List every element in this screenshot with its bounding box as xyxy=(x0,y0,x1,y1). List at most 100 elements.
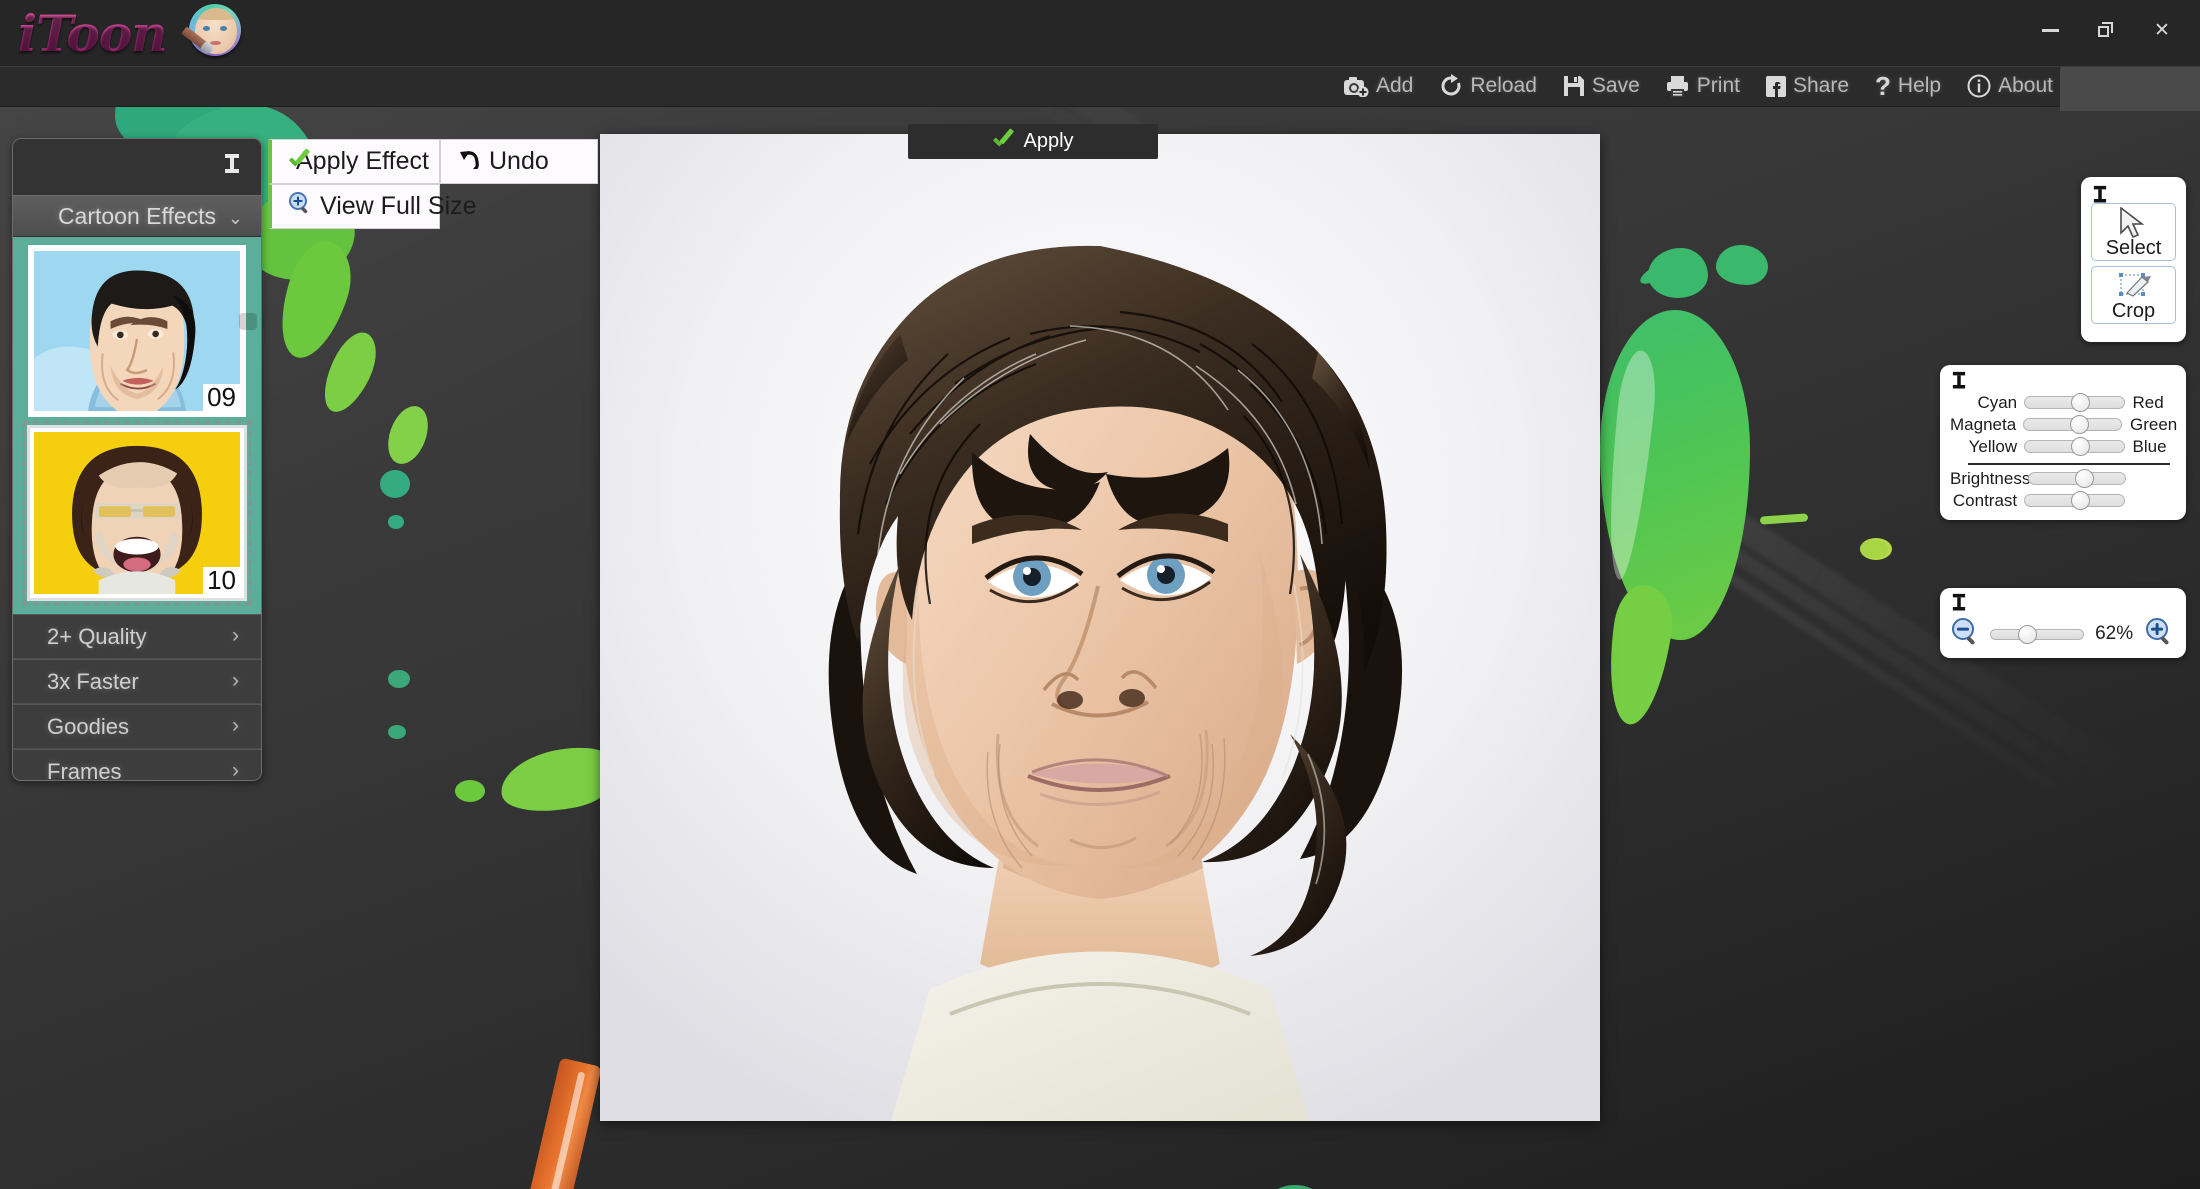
select-tool-button[interactable]: Select xyxy=(2091,203,2176,261)
slider-knob[interactable] xyxy=(2071,393,2091,412)
paint-drop xyxy=(388,725,406,739)
slider-row-yellow-blue: Yellow Blue xyxy=(1950,436,2176,457)
slider-knob[interactable] xyxy=(2071,437,2091,456)
toolbar-item-save[interactable]: Save xyxy=(1550,71,1653,101)
cartoon-effects-panel: Cartoon Effects ⌄ 09 10 2+ Quality › 3x … xyxy=(12,138,262,781)
view-full-size-label: View Full Size xyxy=(320,192,477,220)
zoom-slider[interactable] xyxy=(1990,624,2085,644)
menu-item-label: 3x Faster xyxy=(47,668,139,694)
undo-label: Undo xyxy=(489,147,549,175)
zoom-slider-knob[interactable] xyxy=(2018,624,2037,644)
menu-item-label: 2+ Quality xyxy=(47,623,147,649)
toolbar-item-share[interactable]: Share xyxy=(1753,71,1862,101)
toolbar-tab-corner xyxy=(2060,63,2200,111)
pin-icon[interactable] xyxy=(1951,371,1969,395)
slider-row-contrast: Contrast xyxy=(1950,490,2176,511)
slider-label-red: Red xyxy=(2132,392,2164,412)
info-circle-icon xyxy=(1967,74,1991,98)
close-button[interactable]: ✕ xyxy=(2134,8,2190,52)
toolbar-item-reload[interactable]: Reload xyxy=(1426,71,1550,101)
image-canvas[interactable]: Apply xyxy=(600,124,1600,1121)
maximize-button[interactable] xyxy=(2078,8,2134,52)
contrast-slider[interactable] xyxy=(2024,491,2125,510)
effect-action-toolbar: Apply Effect Undo View Full Size xyxy=(268,139,598,229)
chevron-down-icon: ⌄ xyxy=(227,208,243,228)
effect-thumbnail-number: 09 xyxy=(203,383,240,411)
menu-item-quality[interactable]: 2+ Quality › xyxy=(13,614,261,659)
slider-label-magneta: Magneta xyxy=(1950,414,2017,434)
green-check-icon xyxy=(992,132,1014,152)
undo-arrow-icon xyxy=(457,147,481,176)
zoom-controls-row: 62% xyxy=(1940,614,2186,654)
color-adjust-panel: Cyan Red Magneta Green Yellow Blue Brigh… xyxy=(1940,365,2186,520)
effects-panel-title-strip xyxy=(13,139,261,195)
apply-effect-label: Apply Effect xyxy=(296,147,429,175)
cursor-arrow-icon xyxy=(2118,206,2148,244)
minimize-button[interactable] xyxy=(2022,8,2078,52)
effects-category-dropdown[interactable]: Cartoon Effects ⌄ xyxy=(13,195,261,237)
chevron-right-icon: › xyxy=(232,759,239,781)
paint-drip xyxy=(1600,581,1678,729)
application-window: iToon ✕ Add Reload Save Print Share ? He… xyxy=(0,0,2200,1189)
close-icon: ✕ xyxy=(2154,19,2170,41)
slider-knob[interactable] xyxy=(2070,415,2090,434)
zoom-panel: 62% xyxy=(1940,588,2186,658)
effect-thumbnail[interactable]: 09 xyxy=(28,245,246,417)
menu-item-label: Frames xyxy=(47,758,122,781)
brightness-slider[interactable] xyxy=(2028,469,2126,488)
slider-row-cyan-red: Cyan Red xyxy=(1950,392,2176,413)
apply-effect-button[interactable]: Apply Effect xyxy=(268,139,440,184)
effects-scrollbar-thumb[interactable] xyxy=(239,313,257,330)
effect-thumbnail-selected[interactable]: 10 xyxy=(23,421,251,605)
toolbar-items: Add Reload Save Print Share ? Help About xyxy=(1330,64,2066,108)
magnifier-plus-icon[interactable] xyxy=(2144,617,2176,652)
floppy-disk-icon xyxy=(1563,75,1585,97)
printer-icon xyxy=(1666,75,1690,98)
chevron-right-icon: › xyxy=(232,669,239,692)
slider-label-yellow: Yellow xyxy=(1968,436,2018,456)
effects-scrollbar[interactable] xyxy=(239,237,257,614)
menu-item-frames[interactable]: Frames › xyxy=(13,749,261,781)
facebook-icon xyxy=(1765,75,1786,97)
paint-drop xyxy=(1860,540,1888,558)
toolbar-item-print[interactable]: Print xyxy=(1653,71,1753,101)
magnifier-minus-icon[interactable] xyxy=(1950,617,1982,652)
toolbar-item-add[interactable]: Add xyxy=(1330,71,1426,101)
paint-blob xyxy=(388,515,404,529)
paint-blob xyxy=(1265,1185,1325,1189)
toolbar-item-label: About xyxy=(1998,74,2053,97)
toolbar-item-about[interactable]: About xyxy=(1954,71,2066,101)
toolbar-item-label: Share xyxy=(1792,74,1850,97)
selection-tools-panel: Select Crop xyxy=(2081,177,2186,342)
apply-tab-button[interactable]: Apply xyxy=(908,124,1158,159)
menu-item-faster[interactable]: 3x Faster › xyxy=(13,659,261,704)
menu-item-label: Goodies xyxy=(47,713,129,739)
undo-button[interactable]: Undo xyxy=(440,139,598,184)
effect-thumbnail-number: 10 xyxy=(203,566,240,594)
view-full-size-button[interactable]: View Full Size xyxy=(268,184,477,229)
paint-streak xyxy=(1759,513,1809,525)
menu-item-goodies[interactable]: Goodies › xyxy=(13,704,261,749)
slider-knob[interactable] xyxy=(2075,469,2094,488)
effects-panel-menu: 2+ Quality › 3x Faster › Goodies › Frame… xyxy=(13,614,261,781)
zoom-in-magnifier-icon xyxy=(288,191,312,222)
chevron-right-icon: › xyxy=(232,624,239,647)
pin-icon[interactable] xyxy=(223,153,241,177)
main-toolbar: Add Reload Save Print Share ? Help About xyxy=(0,63,2200,111)
slider-knob[interactable] xyxy=(2071,491,2091,510)
yellow-blue-slider[interactable] xyxy=(2024,437,2125,456)
cyan-red-slider[interactable] xyxy=(2024,393,2125,412)
app-logo-badge-icon xyxy=(180,4,243,62)
app-logo-text: iToon xyxy=(18,4,171,63)
app-logo: iToon xyxy=(18,2,243,64)
slider-row-magenta-green: Magneta Green xyxy=(1950,414,2177,435)
effects-thumbnail-list[interactable]: 09 10 xyxy=(13,237,261,614)
slider-label-brightness: Brightness xyxy=(1950,468,2031,488)
slider-label-contrast: Contrast xyxy=(1952,490,2018,510)
toolbar-item-help[interactable]: ? Help xyxy=(1862,70,1954,102)
cartoon-portrait-image xyxy=(600,134,1600,1121)
magneta-green-slider[interactable] xyxy=(2023,415,2122,434)
slider-label-blue: Blue xyxy=(2132,436,2167,456)
toolbar-item-label: Help xyxy=(1897,74,1942,97)
crop-tool-button[interactable]: Crop xyxy=(2091,266,2176,324)
